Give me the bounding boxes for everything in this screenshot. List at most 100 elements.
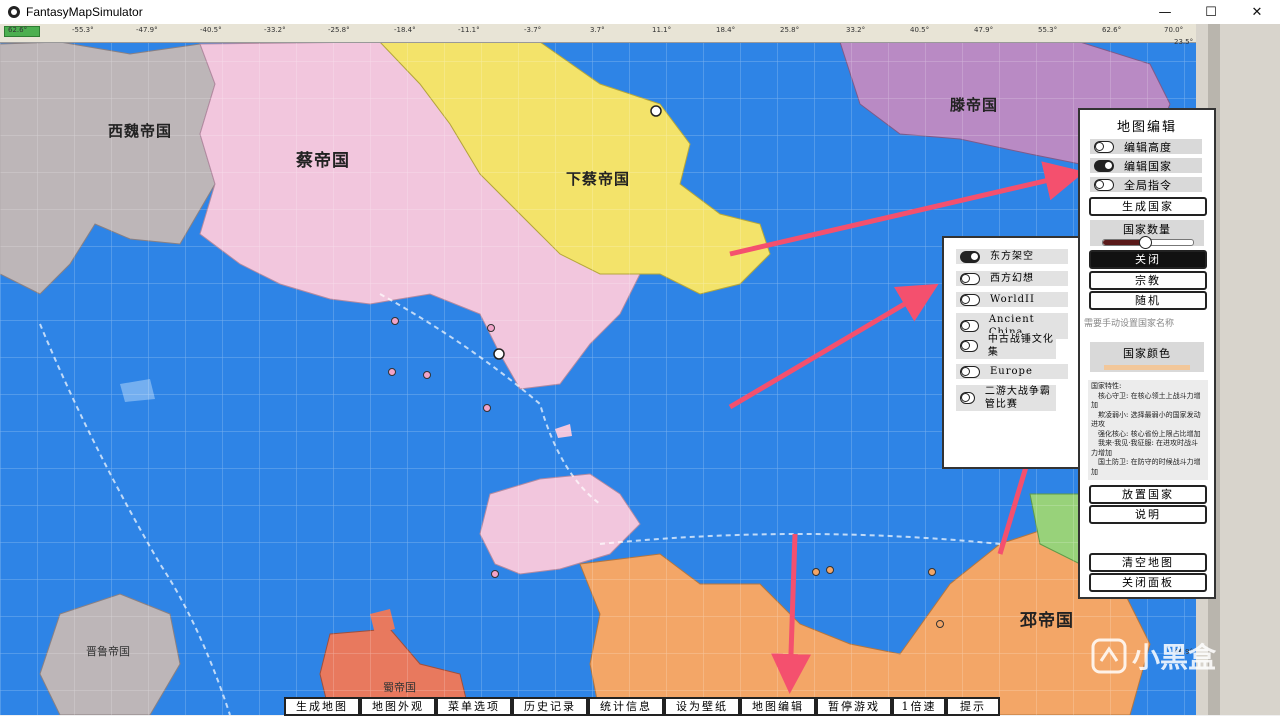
city-marker[interactable] <box>487 324 495 332</box>
coord-tick: -3.7° <box>524 26 542 34</box>
hint-button[interactable]: 提示 <box>946 697 1000 716</box>
generate-map-button[interactable]: 生成地图 <box>284 697 360 716</box>
style-option-6[interactable]: 二游大战争霸管比赛 <box>956 385 1056 411</box>
city-marker[interactable] <box>491 570 499 578</box>
country-color-swatch[interactable] <box>1104 365 1190 370</box>
style-option-4[interactable]: 中古战锤文化集 <box>956 333 1056 359</box>
coord-tick: 62.6° <box>1102 26 1122 34</box>
style-option-2[interactable]: WorldII <box>956 292 1068 307</box>
coord-tick: 40.5° <box>910 26 930 34</box>
coord-tick: 25.8° <box>780 26 800 34</box>
country-label: 晋鲁帝国 <box>86 645 130 658</box>
coord-tick: -11.1° <box>458 26 480 34</box>
style-option-label: 中古战锤文化集 <box>987 334 1054 358</box>
toggle-switch[interactable] <box>960 392 975 404</box>
window-controls: — ☐ ✕ <box>1142 0 1280 24</box>
coord-tick: 55.3° <box>1038 26 1058 34</box>
toggle-switch[interactable] <box>960 340 978 352</box>
coord-tick: -25.8° <box>328 26 350 34</box>
maximize-button[interactable]: ☐ <box>1188 0 1234 24</box>
style-option-label: WorldII <box>990 294 1035 305</box>
toggle-label: 编辑国家 <box>1124 159 1172 173</box>
toggle-global-command[interactable]: 全局指令 <box>1090 177 1202 192</box>
close-window-button[interactable]: ✕ <box>1234 0 1280 24</box>
toggle-label: 全局指令 <box>1124 178 1172 192</box>
city-marker[interactable] <box>812 568 820 576</box>
religion-button[interactable]: 宗教 <box>1089 271 1207 290</box>
window-title: FantasyMapSimulator <box>26 5 143 19</box>
generate-country-button[interactable]: 生成国家 <box>1089 197 1207 216</box>
coord-tick: 3.7° <box>590 26 605 34</box>
country-color-box: 国家颜色 <box>1090 342 1204 372</box>
clear-map-button[interactable]: 清空地图 <box>1089 553 1207 572</box>
coord-tick: -55.3° <box>72 26 94 34</box>
toggle-switch[interactable] <box>960 365 980 378</box>
traits-title: 国家特性: <box>1091 382 1122 390</box>
watermark: 小黑盒 <box>1090 636 1216 676</box>
coord-tick: 23.5° <box>1174 38 1194 46</box>
panel-title: 地图编辑 <box>1116 120 1177 135</box>
country-count-slider[interactable] <box>1102 236 1194 249</box>
toggle-switch[interactable] <box>960 272 980 285</box>
toggle-switch[interactable] <box>960 250 980 263</box>
close-button[interactable]: 关闭 <box>1089 250 1207 269</box>
country-count-label: 国家数量 <box>1123 223 1171 236</box>
city-marker[interactable] <box>391 317 399 325</box>
map-edit-button[interactable]: 地图编辑 <box>740 697 816 716</box>
country-label: 蜀帝国 <box>383 681 416 694</box>
city-marker[interactable] <box>826 566 834 574</box>
name-hint: 需要手动设置国家名称 <box>1084 319 1175 329</box>
trait-line: 我来·我见·我征服: 在进攻时战斗力增加 <box>1091 439 1199 457</box>
toggle-switch[interactable] <box>960 293 980 306</box>
close-panel-button[interactable]: 关闭面板 <box>1089 573 1207 592</box>
city-marker[interactable] <box>936 620 944 628</box>
window-titlebar: FantasyMapSimulator — ☐ ✕ <box>0 0 1280 24</box>
toggle-switch[interactable] <box>1094 140 1114 153</box>
trait-line: 强化核心: 核心省份上限占比增加 <box>1091 429 1201 438</box>
city-marker[interactable] <box>388 368 396 376</box>
toggle-switch[interactable] <box>960 320 979 332</box>
capital-marker[interactable] <box>493 348 505 360</box>
random-button[interactable]: 随机 <box>1089 291 1207 310</box>
style-option-label: Europe <box>990 366 1033 377</box>
capital-marker[interactable] <box>650 105 662 117</box>
style-option-0[interactable]: 东方架空 <box>956 249 1068 264</box>
toggle-switch[interactable] <box>1094 178 1114 191</box>
style-option-label: 二游大战争霸管比赛 <box>984 386 1051 410</box>
trait-line: 国土防卫: 在防守的时候战斗力增加 <box>1091 458 1201 476</box>
coord-tick: 18.4° <box>716 26 736 34</box>
explain-button[interactable]: 说明 <box>1089 505 1207 524</box>
coord-tick: -47.9° <box>136 26 158 34</box>
map-appearance-button[interactable]: 地图外观 <box>360 697 436 716</box>
bottom-toolbar: 生成地图 地图外观 菜单选项 历史记录 统计信息 设为壁纸 地图编辑 暂停游戏 … <box>284 697 1000 716</box>
country-color-label: 国家颜色 <box>1123 347 1171 360</box>
history-button[interactable]: 历史记录 <box>512 697 588 716</box>
slider-handle[interactable] <box>1138 236 1152 249</box>
map-edit-panel: 地图编辑 编辑高度 编辑国家 全局指令 生成国家 国家数量 关闭 宗教 随机 需… <box>1078 108 1216 599</box>
country-label: 西魏帝国 <box>108 122 173 140</box>
coordinate-bar: 62.6° -55.3° -47.9° -40.5° -33.2° -25.8°… <box>0 24 1196 43</box>
style-option-label: 东方架空 <box>990 251 1034 262</box>
trait-line: 核心守卫: 在核心领土上战斗力增加 <box>1091 391 1201 410</box>
coord-tick: 33.2° <box>846 26 866 34</box>
city-marker[interactable] <box>483 404 491 412</box>
style-option-5[interactable]: Europe <box>956 364 1068 379</box>
place-country-button[interactable]: 放置国家 <box>1089 485 1207 504</box>
coord-tick: 11.1° <box>652 26 672 34</box>
toggle-edit-height[interactable]: 编辑高度 <box>1090 139 1202 154</box>
pause-game-button[interactable]: 暂停游戏 <box>816 697 892 716</box>
minimize-button[interactable]: — <box>1142 0 1188 24</box>
city-marker[interactable] <box>928 568 936 576</box>
set-wallpaper-button[interactable]: 设为壁纸 <box>664 697 740 716</box>
coord-tick: 70.0° <box>1164 26 1184 34</box>
menu-options-button[interactable]: 菜单选项 <box>436 697 512 716</box>
style-option-1[interactable]: 西方幻想 <box>956 271 1068 286</box>
coord-tick: 47.9° <box>974 26 994 34</box>
toggle-switch[interactable] <box>1094 159 1114 172</box>
toggle-edit-country[interactable]: 编辑国家 <box>1090 158 1202 173</box>
speed-button[interactable]: 1倍速 <box>892 697 946 716</box>
statistics-button[interactable]: 统计信息 <box>588 697 664 716</box>
city-marker[interactable] <box>423 371 431 379</box>
country-label: 蔡帝国 <box>296 151 350 171</box>
country-label: 下蔡帝国 <box>566 170 631 188</box>
